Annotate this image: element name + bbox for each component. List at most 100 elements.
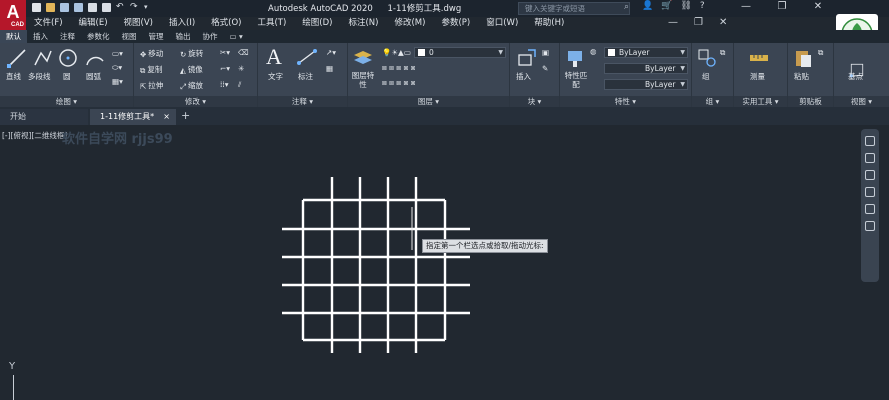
mirror-tool[interactable]: ◭ 镜像 xyxy=(180,64,203,75)
menu-edit[interactable]: 编辑(E) xyxy=(71,17,116,30)
arc-icon[interactable] xyxy=(84,47,106,69)
close-icon[interactable]: × xyxy=(163,109,170,125)
copy-tool[interactable]: ⧉ 复制 xyxy=(140,64,162,75)
menu-insert[interactable]: 插入(I) xyxy=(161,17,203,30)
menu-dimension[interactable]: 标注(N) xyxy=(340,17,386,30)
customize-icon[interactable]: ▾ xyxy=(144,3,153,12)
polyline-icon[interactable] xyxy=(32,47,54,69)
dimension-label[interactable]: 标注 xyxy=(298,71,313,82)
linetype-dropdown[interactable]: ByLayer ▼ xyxy=(604,79,688,90)
trim-icon[interactable]: ✂▾ xyxy=(220,48,230,57)
zoom-icon[interactable] xyxy=(865,170,875,180)
line-icon[interactable] xyxy=(6,47,28,69)
circle-icon[interactable] xyxy=(57,47,79,69)
tab-parametric[interactable]: 参数化 xyxy=(81,30,116,43)
tab-annotate[interactable]: 注释 xyxy=(54,30,81,43)
leader-icon[interactable]: ↗▾ xyxy=(326,48,336,57)
menu-window[interactable]: 窗口(W) xyxy=(478,17,526,30)
insert-block-icon[interactable] xyxy=(516,47,538,69)
help-icon[interactable]: ? xyxy=(700,1,705,11)
layer-properties-label[interactable]: 图层特性 xyxy=(350,71,376,89)
minimize-button[interactable]: — xyxy=(728,0,764,15)
layers-panel-footer[interactable]: 图层 ▾ xyxy=(348,96,509,107)
offset-icon[interactable]: ⫽ xyxy=(238,80,241,90)
tab-extra[interactable]: ▭ ▾ xyxy=(224,30,249,43)
tab-default[interactable]: 默认 xyxy=(0,30,27,43)
measure-icon[interactable] xyxy=(748,47,770,69)
new-tab-button[interactable]: + xyxy=(181,109,190,122)
stretch-tool[interactable]: ⇱ 拉伸 xyxy=(140,80,163,91)
scale-tool[interactable]: ⤢ 缩放 xyxy=(180,80,203,91)
insert-label[interactable]: 插入 xyxy=(516,71,531,82)
file-tab[interactable]: 1-11修剪工具* × xyxy=(90,109,176,125)
save-as-icon[interactable] xyxy=(74,3,83,12)
close-button[interactable]: ✕ xyxy=(800,0,836,15)
color-wheel-icon[interactable]: ◍ xyxy=(590,47,597,56)
print-icon[interactable] xyxy=(102,3,111,12)
draw-panel-footer[interactable]: 绘图 ▾ xyxy=(0,96,133,107)
redo-icon[interactable]: ↷ xyxy=(130,3,139,12)
web-mobile-icon[interactable] xyxy=(88,3,97,12)
view-panel-footer[interactable]: 视图 ▾ xyxy=(834,96,889,107)
tab-view[interactable]: 视图 xyxy=(116,30,143,43)
open-icon[interactable] xyxy=(46,3,55,12)
autocad-logo[interactable]: A CAD xyxy=(0,0,26,30)
layer-state-icons[interactable]: 💡☀▲▭ xyxy=(382,48,411,57)
modify-panel-footer[interactable]: 修改 ▾ xyxy=(134,96,257,107)
pan-icon[interactable] xyxy=(865,153,875,163)
menu-help[interactable]: 帮助(H) xyxy=(526,17,572,30)
ellipse-icon[interactable]: ⬭▾ xyxy=(112,63,122,73)
properties-panel-footer[interactable]: 特性 ▾ xyxy=(560,96,691,107)
arc-label[interactable]: 圆弧 xyxy=(86,71,101,82)
menu-parametric[interactable]: 参数(P) xyxy=(433,17,478,30)
cart-icon[interactable]: 🛒 xyxy=(661,1,672,11)
search-icon[interactable]: ⌕ xyxy=(624,2,636,14)
utilities-panel-footer[interactable]: 实用工具 ▾ xyxy=(734,96,787,107)
search-input[interactable]: 键入关键字或短语 xyxy=(518,2,630,15)
menu-modify[interactable]: 修改(M) xyxy=(386,17,433,30)
maximize-button[interactable]: ❐ xyxy=(764,0,800,15)
match-properties-label[interactable]: 特性匹配 xyxy=(564,71,588,89)
tab-collaborate[interactable]: 协作 xyxy=(197,30,224,43)
create-block-icon[interactable]: ▣ xyxy=(542,48,549,57)
text-icon[interactable]: A xyxy=(266,46,288,68)
share-icon[interactable]: ⛓ xyxy=(680,1,691,11)
edit-block-icon[interactable]: ✎ xyxy=(542,64,548,73)
clipboard-panel-footer[interactable]: 剪贴板 xyxy=(788,96,833,107)
hatch-icon[interactable]: ▦▾ xyxy=(112,77,123,86)
layer-tools-row1[interactable]: ⧈ ⧈ ⧈ ⧈ ⧈ xyxy=(382,63,415,73)
line-label[interactable]: 直线 xyxy=(6,71,21,82)
menu-view[interactable]: 视图(V) xyxy=(116,17,161,30)
block-panel-footer[interactable]: 块 ▾ xyxy=(510,96,559,107)
explode-icon[interactable]: ✳ xyxy=(238,64,244,73)
array-icon[interactable]: ⁞⁞▾ xyxy=(220,80,229,89)
group-icon[interactable] xyxy=(696,47,718,69)
grid-drawing[interactable] xyxy=(0,125,889,400)
undo-icon[interactable]: ↶ xyxy=(116,3,125,12)
view-cube-icon[interactable] xyxy=(865,221,875,231)
tab-insert[interactable]: 插入 xyxy=(27,30,54,43)
new-icon[interactable] xyxy=(32,3,41,12)
paste-label[interactable]: 粘贴 xyxy=(794,71,809,82)
user-icon[interactable]: 👤 xyxy=(642,1,653,11)
annotation-panel-footer[interactable]: 注释 ▾ xyxy=(258,96,347,107)
match-properties-icon[interactable] xyxy=(564,47,586,69)
table-icon[interactable]: ▦ xyxy=(326,64,333,73)
circle-label[interactable]: 圆 xyxy=(63,71,71,82)
menu-format[interactable]: 格式(O) xyxy=(203,17,249,30)
rotate-tool[interactable]: ↻ 旋转 xyxy=(180,48,203,59)
fillet-icon[interactable]: ⌐▾ xyxy=(220,64,230,73)
menu-file[interactable]: 文件(F) xyxy=(26,17,71,30)
color-dropdown[interactable]: ByLayer ▼ xyxy=(604,47,688,58)
paste-icon[interactable] xyxy=(792,47,814,69)
drawing-canvas[interactable]: [-][俯视][二维线框] 软件自学网 rjjs99 指定第一个栏选点或拾取/拖… xyxy=(0,125,889,400)
erase-icon[interactable]: ⌫ xyxy=(238,48,249,57)
start-tab[interactable]: 开始 xyxy=(0,109,88,125)
rectangle-icon[interactable]: ▭▾ xyxy=(112,49,123,58)
move-tool[interactable]: ✥ 移动 xyxy=(140,48,163,59)
showmotion-icon[interactable] xyxy=(865,204,875,214)
groups-panel-footer[interactable]: 组 ▾ xyxy=(692,96,733,107)
dimension-icon[interactable] xyxy=(296,47,318,69)
ungroup-icon[interactable]: ⧉ xyxy=(720,48,725,58)
tab-manage[interactable]: 管理 xyxy=(143,30,170,43)
